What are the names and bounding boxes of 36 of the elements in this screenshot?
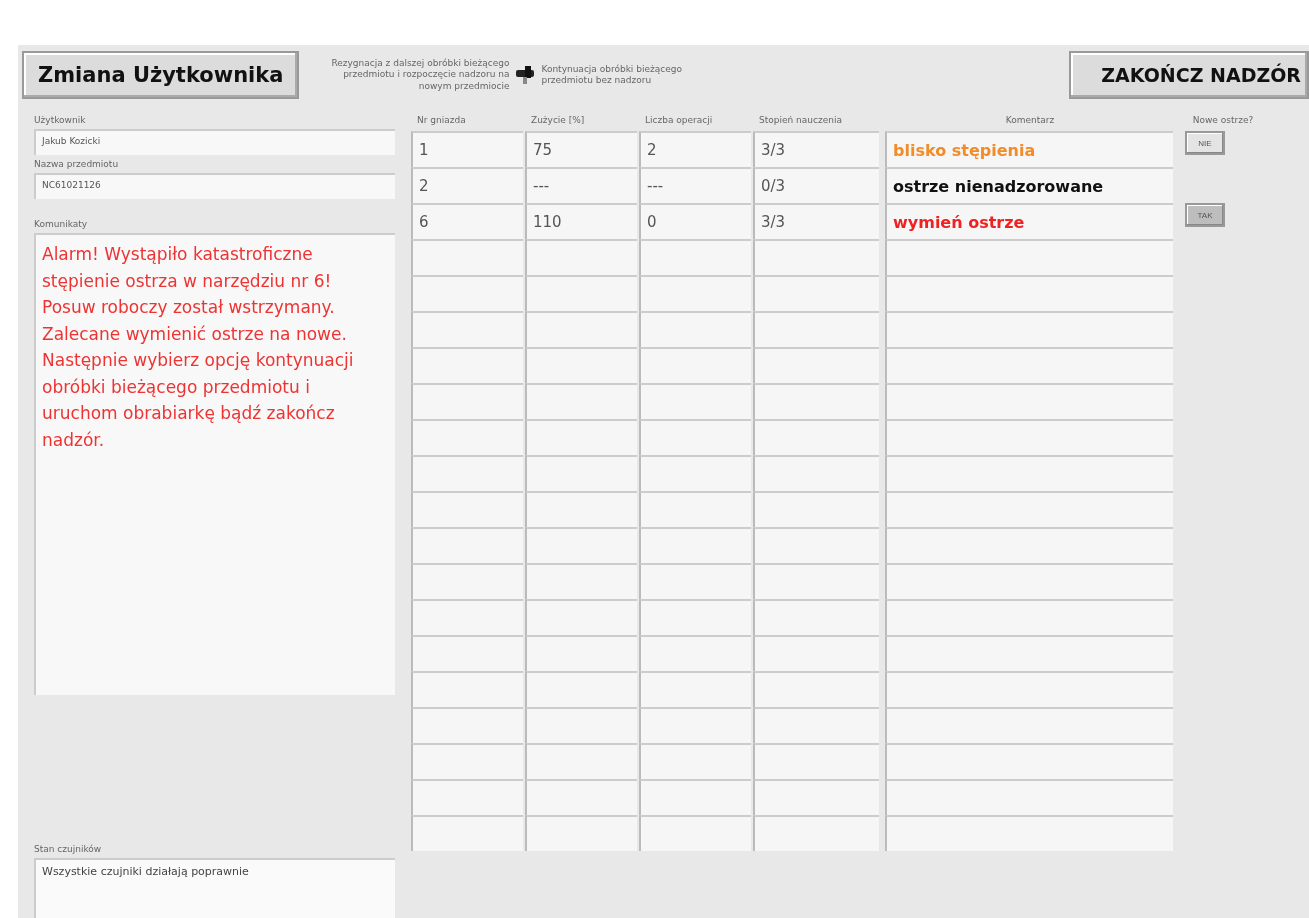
user-label: Użytkownik [34, 115, 87, 125]
messages-label: Komunikaty [34, 219, 89, 229]
column-header: Nowe ostrze? [1191, 114, 1255, 127]
table-cell: 110 [525, 203, 637, 239]
toggle-switch-icon[interactable] [515, 64, 536, 86]
change-user-button[interactable]: Zmiana Użytkownika [22, 51, 300, 99]
comment-cell: ostrze nienadzorowane [885, 167, 1173, 203]
sensor-status-field: Wszystkie czujniki działają poprawnie [34, 858, 395, 918]
column-header: Zużycie [%] [530, 114, 586, 127]
alarm-message: Alarm! Wystąpiło katastroficzne stępienie ostrza w narzędziu nr 6! Posuw roboczy został wstrzymany. Zalecane wymienić ostrze na nowe. Następnie wybierz opcję kontynuacji obróbki bieżącego przedmiotu i uruchom obrabiarkę bądź zakończ nadzór. [34, 233, 395, 695]
column-header: Nr gniazda [416, 114, 467, 127]
table-cell: 3/3 [753, 131, 879, 167]
table-cell: --- [525, 167, 637, 203]
table-cell: 75 [525, 131, 637, 167]
column-header: Stopień nauczenia [758, 114, 843, 127]
user-field[interactable]: Jakub Kozicki [34, 129, 395, 155]
new-blade-button[interactable]: NIE [1185, 131, 1225, 155]
table-cell: 2 [639, 131, 751, 167]
item-name-field[interactable]: NC61021126 [34, 173, 395, 199]
table-cell: 3/3 [753, 203, 879, 239]
switch-left-label: Rezygnacja z dalszej obróbki bieżącego przedmiotu i rozpoczęcie nadzoru na nowym przedmiocie [330, 58, 510, 92]
table-cell: 2 [411, 167, 523, 203]
item-name-label: Nazwa przedmiotu [34, 159, 120, 169]
comment-cell: wymień ostrze [885, 203, 1173, 239]
end-supervision-button[interactable]: ZAKOŃCZ NADZÓR [1069, 51, 1309, 99]
table-cell: 6 [411, 203, 523, 239]
column-header: Komentarz [1004, 114, 1056, 127]
column-header: Liczba operacji [644, 114, 714, 127]
table-cell: 0/3 [753, 167, 879, 203]
new-blade-button[interactable]: TAK [1185, 203, 1225, 227]
table-cell: --- [639, 167, 751, 203]
table-cell: 1 [411, 131, 523, 167]
comment-cell: blisko stępienia [885, 131, 1173, 167]
switch-right-label: Kontynuacja obróbki bieżącego przedmiotu bez nadzoru [541, 63, 683, 87]
sensor-status-label: Stan czujników [34, 844, 103, 854]
table-cell: 0 [639, 203, 751, 239]
